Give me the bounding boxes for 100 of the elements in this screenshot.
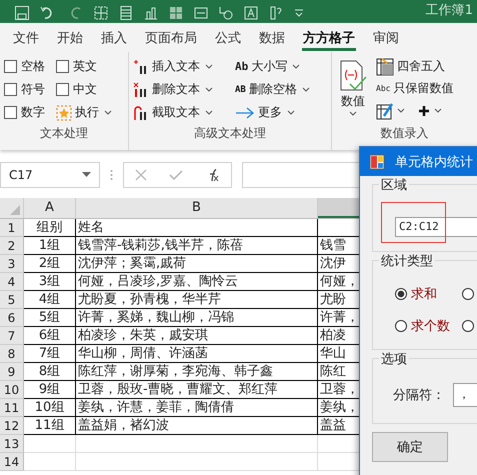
- insert-button[interactable]: 插入文本: [133, 58, 229, 75]
- grip-icon: [110, 169, 113, 181]
- checkbox[interactable]: 英文: [56, 58, 120, 75]
- row-header[interactable]: 3: [0, 255, 24, 273]
- table-cell: [24, 435, 76, 453]
- text-icon: Ab: [235, 60, 248, 73]
- table-pen-icon: [376, 102, 394, 120]
- table-cell: 10组: [24, 399, 76, 417]
- row-header[interactable]: 1: [0, 219, 24, 237]
- table-cell: 7组: [24, 345, 76, 363]
- ribbon-tab[interactable]: 公式: [206, 23, 250, 52]
- ribbon-tab[interactable]: 审阅: [364, 23, 408, 52]
- table-cell: 姜纨，许慧，姜菲，陶倩倩: [76, 399, 318, 417]
- row-header[interactable]: 10: [0, 381, 24, 399]
- number-button[interactable]: 数值: [336, 56, 370, 121]
- shapes-icon[interactable]: [218, 5, 234, 21]
- textbox-icon[interactable]: [243, 5, 259, 21]
- check-icon[interactable]: [169, 169, 184, 181]
- row-header[interactable]: 9: [0, 363, 24, 381]
- table-cell: 2组: [24, 255, 76, 273]
- insert-text-icon: [133, 58, 149, 74]
- highlight-frame: [381, 202, 446, 243]
- run-button[interactable]: 执行: [56, 104, 120, 121]
- app-icon: [369, 154, 385, 170]
- row-header[interactable]: 6: [0, 309, 24, 327]
- grid-icon: [376, 58, 394, 76]
- ribbon-tab[interactable]: 页面布局: [136, 23, 206, 52]
- caret-icon: [292, 64, 300, 70]
- table-cell: 盖益娟，褚幻波: [76, 417, 318, 435]
- checkbox[interactable]: 符号: [4, 81, 56, 98]
- caret-icon: [205, 86, 213, 92]
- ribbon-tab[interactable]: 数据: [250, 23, 294, 52]
- name-box[interactable]: C17: [0, 162, 100, 188]
- plus-icon: [417, 104, 431, 118]
- row-header[interactable]: 11: [0, 399, 24, 417]
- case-button[interactable]: Ab 大小写: [235, 58, 325, 75]
- extract-button[interactable]: 截取文本: [133, 104, 229, 121]
- row-header[interactable]: 12: [0, 417, 24, 435]
- column-header[interactable]: A: [24, 198, 76, 218]
- checkbox[interactable]: 数字: [4, 104, 56, 121]
- checkbox[interactable]: 中文: [56, 81, 120, 98]
- caret-icon: [104, 110, 112, 116]
- ribbon-tab[interactable]: 插入: [92, 23, 136, 52]
- row-header[interactable]: 2: [0, 237, 24, 255]
- table-cell: 沈伊萍；奚霭,戚荷: [76, 255, 318, 273]
- separator-field[interactable]: ，: [453, 383, 477, 407]
- dropdown-icon: [82, 172, 91, 178]
- chart-icon[interactable]: [143, 5, 159, 21]
- star-icon: [56, 104, 72, 120]
- group-label: 数值录入: [380, 125, 430, 142]
- row-header[interactable]: 8: [0, 345, 24, 363]
- caret-icon: [302, 86, 310, 92]
- group-label: 高级文本处理: [193, 125, 267, 142]
- table-edit-button[interactable]: [376, 102, 405, 120]
- document-check-icon: [338, 60, 368, 92]
- table-cell: 许菁，奚娣，魏山柳，冯锦: [76, 309, 318, 327]
- ribbon-tab[interactable]: 开始: [48, 23, 92, 52]
- row-header[interactable]: 4: [0, 273, 24, 291]
- ribbon-tab[interactable]: 方方格子: [294, 23, 364, 52]
- table-cell: 钱雪萍-钱莉莎,钱半芹，陈蓓: [76, 237, 318, 255]
- table-cell: 组别: [24, 219, 76, 237]
- keep-button[interactable]: Abc 只保留数值: [376, 80, 454, 97]
- caret-icon: [349, 111, 357, 117]
- ribbon-tab[interactable]: 文件: [4, 23, 48, 52]
- checkbox[interactable]: 空格: [4, 58, 56, 75]
- row-header[interactable]: 13: [0, 435, 24, 453]
- table-cell: 陈红萍，谢厚菊，李宛海、韩子鑫: [76, 363, 318, 381]
- table-cell: 何娅，吕凌珍,罗嘉、陶怜云: [76, 273, 318, 291]
- extract-text-icon: [133, 104, 149, 120]
- window-title: 工作簿1: [426, 2, 473, 20]
- delete-button[interactable]: 删除文本: [133, 81, 229, 98]
- group-legend: 选项: [379, 350, 409, 368]
- table-cell: 3组: [24, 273, 76, 291]
- help-icon[interactable]: [268, 5, 284, 21]
- table-cell: 5组: [24, 309, 76, 327]
- round-button[interactable]: 四舍五入: [376, 58, 454, 75]
- text-icon: AB: [235, 84, 246, 94]
- caret-icon: [205, 110, 213, 116]
- table-cell: 卫蓉，殷玫-曹晓，曹耀文、郑红萍: [76, 381, 318, 399]
- table-cell: 6组: [24, 327, 76, 345]
- ok-button[interactable]: 确定: [372, 432, 448, 462]
- more-button[interactable]: 更多: [235, 104, 325, 121]
- save-icon[interactable]: [14, 5, 30, 21]
- table-cell: 11组: [24, 417, 76, 435]
- range-field[interactable]: C2:C12: [395, 217, 477, 237]
- caret-icon: [205, 64, 213, 70]
- form-icon[interactable]: [118, 5, 134, 21]
- row-header[interactable]: 7: [0, 327, 24, 345]
- group-legend: 统计类型: [379, 252, 435, 270]
- trim-button[interactable]: AB 删除空格: [235, 81, 325, 98]
- table-cell: 8组: [24, 363, 76, 381]
- caret-icon: [434, 108, 442, 114]
- table-icon[interactable]: [93, 5, 109, 21]
- dialog-title: 单元格内统计: [395, 154, 473, 170]
- table-cell: 1组: [24, 237, 76, 255]
- text-icon: Abc: [376, 84, 390, 93]
- row-header[interactable]: 14: [0, 453, 24, 471]
- table-cell: 4组: [24, 291, 76, 309]
- row-header[interactable]: 5: [0, 291, 24, 309]
- table-cell: 9组: [24, 381, 76, 399]
